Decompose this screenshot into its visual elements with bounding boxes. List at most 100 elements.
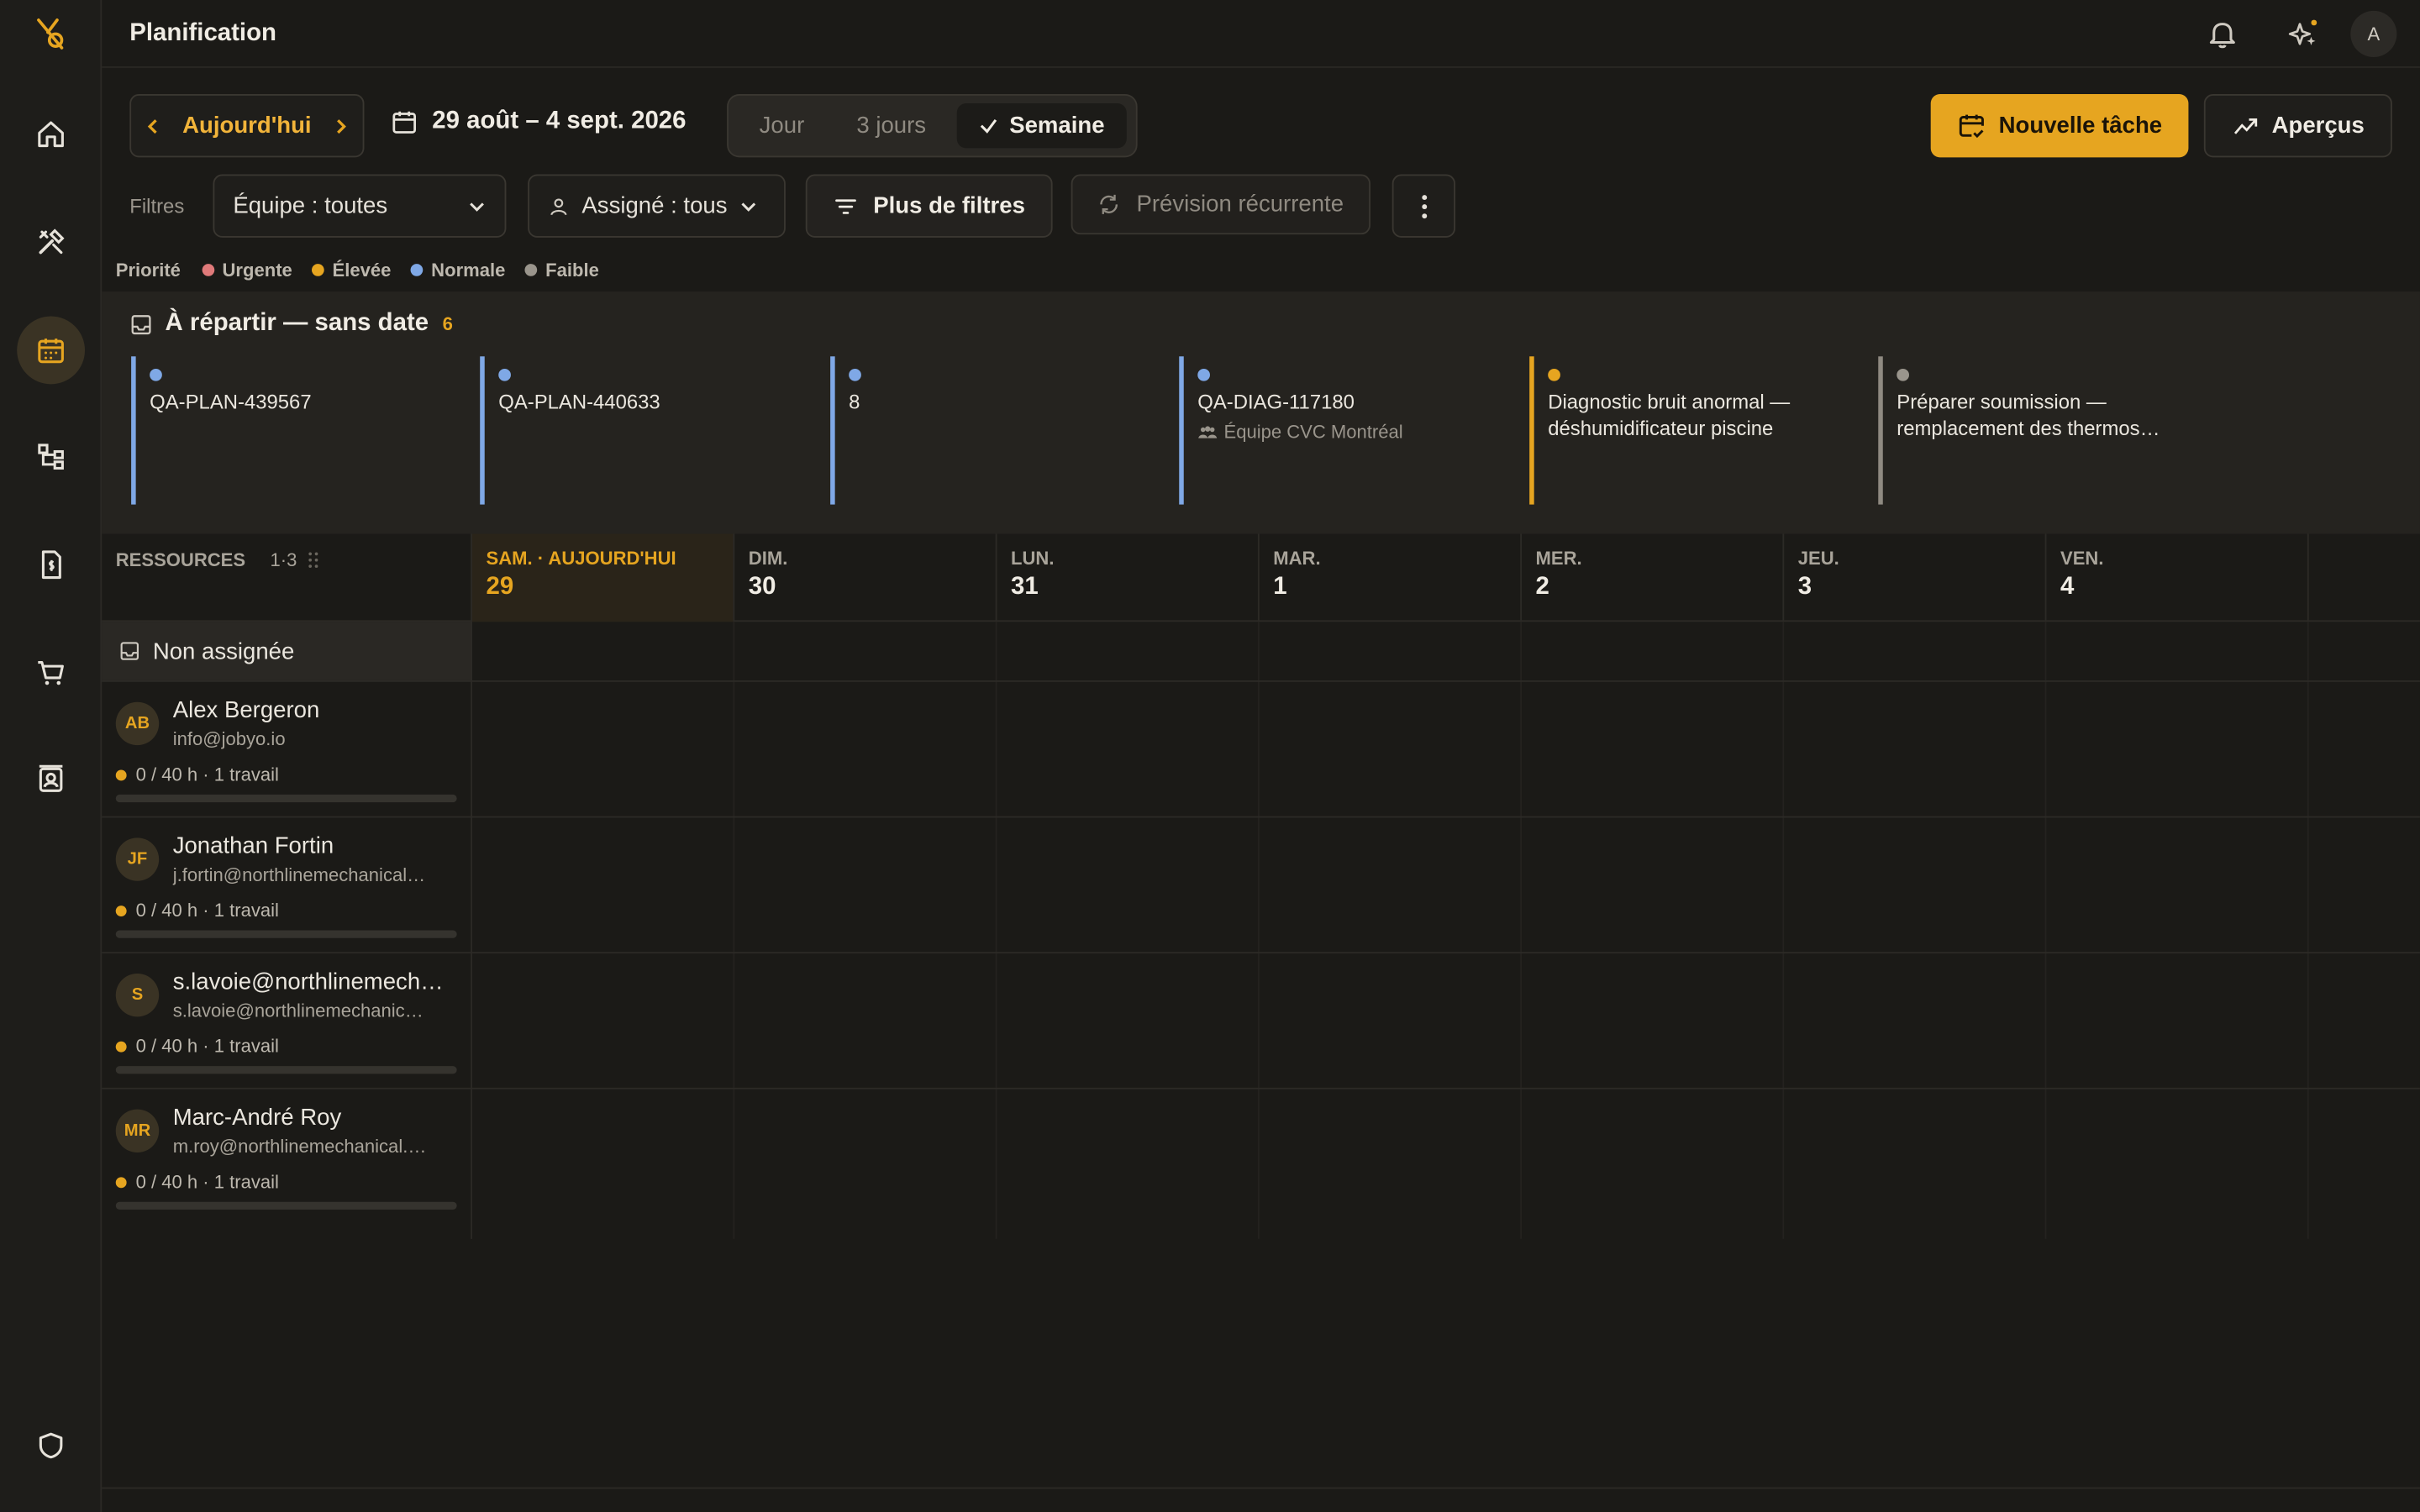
day-number: 1 (1273, 574, 1287, 601)
day-column-header[interactable]: SAM. · AUJOURD'HUI 29 (471, 533, 734, 622)
priority-dot (525, 264, 538, 276)
avatar: MR (115, 1109, 160, 1153)
priority-dot (202, 264, 215, 276)
page-title: Planification (129, 19, 276, 47)
view-day-tab[interactable]: Jour (760, 103, 805, 148)
contacts-icon[interactable] (17, 745, 85, 813)
resource-row[interactable]: MR Marc-André Roy m.roy@northlinemechani… (102, 1088, 472, 1224)
card-title: 8 (849, 390, 860, 414)
priority-normal-label: Normale (431, 259, 506, 281)
more-filters-button[interactable]: Plus de filtres (805, 174, 1053, 238)
logo-icon[interactable] (33, 15, 70, 52)
grid-line (1257, 622, 1260, 1239)
view-week-label: Semaine (1009, 113, 1105, 139)
priority-high: Élevée (312, 260, 391, 281)
capacity-bar (115, 794, 457, 803)
priority-dot (1548, 368, 1560, 381)
tools-icon[interactable] (17, 208, 85, 276)
unscheduled-card[interactable]: QA-PLAN-440633 (480, 356, 810, 505)
trend-icon (2233, 118, 2258, 134)
card-title: QA-DIAG-117180 (1197, 390, 1355, 414)
resources-range: 1·3 (270, 549, 297, 571)
resource-row[interactable]: JF Jonathan Fortin j.fortin@northlinemec… (102, 816, 472, 953)
view-week-tab[interactable]: Semaine (956, 103, 1127, 149)
priority-normal: Normale (411, 260, 505, 281)
date-range-label: 29 août – 4 sept. 2026 (432, 108, 687, 134)
unscheduled-card[interactable]: QA-DIAG-117180 Équipe CVC Montréal (1179, 356, 1509, 505)
day-column-header[interactable]: MAR. 1 (1257, 533, 1520, 622)
resource-name: Marc-André Roy (172, 1105, 342, 1131)
day-number: 4 (2060, 574, 2075, 601)
inbox-icon (120, 642, 139, 660)
resource-row[interactable]: S s.lavoie@northlinemech… s.lavoie@north… (102, 952, 472, 1088)
resources-label: RESSOURCES (115, 549, 246, 571)
grid-line (733, 622, 735, 1239)
unassigned-row[interactable]: Non assignée (102, 622, 473, 680)
today-button[interactable]: Aujourd'hui (175, 113, 320, 139)
cart-icon[interactable] (17, 638, 85, 706)
hierarchy-icon[interactable] (17, 423, 85, 491)
new-task-button[interactable]: Nouvelle tâche (1930, 94, 2189, 158)
grid-line (2044, 622, 2047, 1239)
unscheduled-card[interactable]: Préparer soumission — remplacement des t… (1878, 356, 2208, 505)
priority-dot (849, 368, 861, 381)
day-name: SAM. · AUJOURD'HUI (486, 548, 676, 570)
resource-name: Jonathan Fortin (172, 832, 334, 860)
schedule-header: RESSOURCES 1·3 SAM. · AUJOURD'HUI 29 DIM… (102, 533, 2420, 622)
priority-dot (312, 264, 325, 276)
footer-divider (102, 1487, 2420, 1489)
more-options-button[interactable] (1392, 174, 1456, 238)
team-filter-select[interactable]: Équipe : toutes (213, 174, 507, 238)
chevron-down-icon (470, 202, 484, 211)
prev-arrow-icon[interactable] (131, 117, 174, 135)
assignee-filter-select[interactable]: Assigné : tous (528, 174, 786, 238)
shield-icon[interactable] (17, 1412, 85, 1480)
home-icon[interactable] (17, 100, 85, 168)
load-dot (115, 1176, 127, 1188)
unscheduled-card[interactable]: 8 (830, 356, 1160, 505)
card-team: Équipe CVC Montréal (1197, 421, 1509, 443)
day-name: MER. (1535, 548, 1582, 570)
view-3days-tab[interactable]: 3 jours (856, 103, 926, 148)
drag-handle-icon[interactable] (308, 551, 320, 570)
card-title: QA-PLAN-439567 (150, 390, 312, 414)
grid-line (1782, 622, 1785, 1239)
view-switcher: Jour 3 jours Semaine (727, 94, 1138, 158)
user-avatar[interactable]: A (2350, 10, 2397, 57)
resource-email: m.roy@northlinemechanical.… (172, 1135, 427, 1158)
day-number: 30 (748, 574, 776, 601)
day-column-header[interactable]: DIM. 30 (733, 533, 995, 622)
day-column-header[interactable]: VEN. 4 (2044, 533, 2307, 622)
insights-button[interactable]: Aperçus (2203, 94, 2392, 158)
recurring-forecast-button[interactable]: Prévision récurrente (1071, 174, 1370, 235)
resource-load-text: 0 / 40 h · 1 travail (135, 1171, 279, 1193)
bell-icon[interactable] (2204, 15, 2241, 52)
next-arrow-icon[interactable] (319, 117, 362, 135)
sparkles-icon[interactable] (2284, 15, 2321, 52)
load-dot (115, 769, 127, 780)
resource-row[interactable]: AB Alex Bergeron info@jobyo.io 0 / 40 h … (102, 680, 472, 816)
resource-load: 0 / 40 h · 1 travail (115, 1035, 279, 1057)
load-dot (115, 1040, 127, 1052)
assignee-filter-value: Assigné : tous (581, 192, 728, 219)
unscheduled-card[interactable]: QA-PLAN-439567 (131, 356, 461, 505)
resource-load-text: 0 / 40 h · 1 travail (135, 764, 279, 785)
day-column-header[interactable]: LUN. 31 (995, 533, 1258, 622)
unscheduled-card[interactable]: Diagnostic bruit anormal — déshumidifica… (1529, 356, 1860, 505)
priority-urgent: Urgente (202, 260, 292, 281)
date-range[interactable]: 29 août – 4 sept. 2026 (391, 108, 687, 136)
day-column-header[interactable]: JEU. 3 (1782, 533, 2044, 622)
calendar-icon[interactable] (17, 316, 86, 385)
resource-email: j.fortin@northlinemechanical… (172, 864, 426, 886)
invoice-icon[interactable] (17, 531, 85, 599)
kebab-icon (1421, 194, 1427, 218)
filters-label: Filtres (129, 194, 185, 218)
topbar: Planification A (102, 0, 2420, 68)
card-team-label: Équipe CVC Montréal (1223, 421, 1403, 444)
resource-load: 0 / 40 h · 1 travail (115, 1171, 279, 1193)
day-column-header[interactable]: MER. 2 (1520, 533, 1782, 622)
day-name: DIM. (748, 548, 788, 570)
resource-name: s.lavoie@northlinemech… (172, 969, 444, 995)
inbox-icon (131, 314, 151, 334)
priority-low-label: Faible (545, 259, 599, 281)
